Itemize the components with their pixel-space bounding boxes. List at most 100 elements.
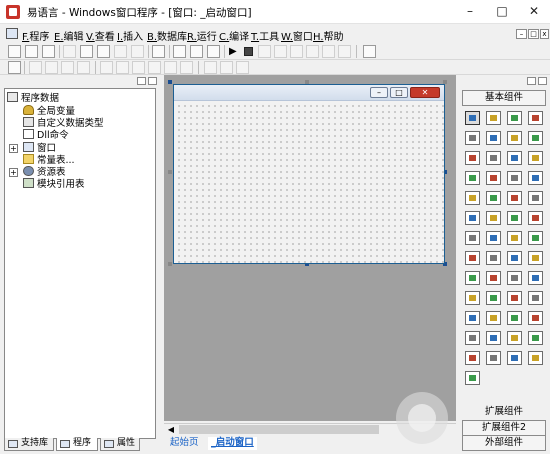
copy-icon[interactable] xyxy=(80,45,93,58)
component-icon[interactable] xyxy=(507,231,522,245)
align-right-icon[interactable] xyxy=(61,61,74,74)
undo-icon[interactable] xyxy=(114,45,127,58)
hand-icon[interactable] xyxy=(338,45,351,58)
menu-view[interactable]: V.查看 xyxy=(86,28,115,43)
menu-help[interactable]: H.帮助 xyxy=(313,28,344,43)
expand-resources-icon[interactable]: + xyxy=(9,168,18,177)
basic-components-button[interactable]: 基本组件 xyxy=(462,90,546,106)
component-icon[interactable] xyxy=(528,151,543,165)
component-icon[interactable] xyxy=(528,191,543,205)
component-icon[interactable] xyxy=(507,191,522,205)
tree-item-custom-types[interactable]: 自定义数据类型 xyxy=(23,117,104,129)
mdi-minimize-button[interactable]: – xyxy=(516,29,527,39)
paste-icon[interactable] xyxy=(97,45,110,58)
same-height-icon[interactable] xyxy=(116,61,129,74)
bring-front-icon[interactable] xyxy=(204,61,217,74)
component-icon[interactable] xyxy=(507,271,522,285)
component-icon[interactable] xyxy=(465,231,480,245)
new-file-icon[interactable] xyxy=(8,45,21,58)
component-icon[interactable] xyxy=(507,211,522,225)
minimize-button[interactable]: – xyxy=(454,0,486,24)
menu-window[interactable]: W.窗口 xyxy=(281,28,313,43)
resize-handle[interactable] xyxy=(168,170,172,174)
toolbox-pin-icon[interactable] xyxy=(527,77,536,85)
step-into-icon[interactable] xyxy=(274,45,287,58)
component-icon[interactable] xyxy=(465,191,480,205)
tree-item-dll-commands[interactable]: Dll命令 xyxy=(23,129,69,141)
maximize-button[interactable]: □ xyxy=(486,0,518,24)
cut-icon[interactable] xyxy=(63,45,76,58)
menu-edit[interactable]: E.编辑 xyxy=(54,28,84,43)
center-horizontal-icon[interactable] xyxy=(180,61,193,74)
component-icon[interactable] xyxy=(465,211,480,225)
component-icon[interactable] xyxy=(486,151,501,165)
component-icon[interactable] xyxy=(528,131,543,145)
pointer-tool-icon[interactable] xyxy=(465,111,480,125)
toolbox-close-icon[interactable] xyxy=(538,77,547,85)
step-out-icon[interactable] xyxy=(290,45,303,58)
send-back-icon[interactable] xyxy=(220,61,233,74)
component-icon[interactable] xyxy=(465,271,480,285)
tree-item-modules[interactable]: 模块引用表 xyxy=(23,178,85,190)
save-icon[interactable] xyxy=(42,45,55,58)
menu-insert[interactable]: I.插入 xyxy=(117,28,143,43)
component-icon[interactable] xyxy=(486,271,501,285)
component-icon[interactable] xyxy=(465,311,480,325)
component-icon[interactable] xyxy=(528,351,543,365)
component-icon[interactable] xyxy=(486,291,501,305)
mdi-restore-button[interactable]: □ xyxy=(528,29,539,39)
component-icon[interactable] xyxy=(507,311,522,325)
component-icon[interactable] xyxy=(465,251,480,265)
component-icon[interactable] xyxy=(507,171,522,185)
find-icon[interactable] xyxy=(152,45,165,58)
component-icon[interactable] xyxy=(486,171,501,185)
scroll-left-icon[interactable]: ◀ xyxy=(166,425,176,435)
component-icon[interactable] xyxy=(465,331,480,345)
menu-run[interactable]: R.运行 xyxy=(187,28,217,43)
same-width-icon[interactable] xyxy=(100,61,113,74)
component-icon[interactable] xyxy=(486,191,501,205)
space-across-icon[interactable] xyxy=(148,61,161,74)
component-icon[interactable] xyxy=(528,331,543,345)
expand-windows-icon[interactable]: + xyxy=(9,144,18,153)
startup-form-preview[interactable]: – □ ✕ xyxy=(173,84,445,264)
component-icon[interactable] xyxy=(486,111,501,125)
space-down-icon[interactable] xyxy=(164,61,177,74)
component-icon[interactable] xyxy=(486,311,501,325)
component-icon[interactable] xyxy=(486,231,501,245)
component-icon[interactable] xyxy=(486,251,501,265)
run-to-cursor-icon[interactable] xyxy=(306,45,319,58)
scroll-thumb[interactable] xyxy=(179,425,379,434)
component-icon[interactable] xyxy=(486,331,501,345)
panel-close-icon[interactable] xyxy=(148,77,157,85)
component-icon[interactable] xyxy=(528,311,543,325)
menu-program[interactable]: F.程序 xyxy=(22,28,49,43)
component-icon[interactable] xyxy=(465,131,480,145)
component-icon[interactable] xyxy=(507,351,522,365)
align-center-icon[interactable] xyxy=(45,61,58,74)
component-icon[interactable] xyxy=(528,291,543,305)
component-icon[interactable] xyxy=(507,331,522,345)
component-icon[interactable] xyxy=(528,111,543,125)
tree-root[interactable]: 程序数据 xyxy=(7,92,59,104)
resize-handle[interactable] xyxy=(168,262,172,266)
breakpoint-icon[interactable] xyxy=(322,45,335,58)
run-icon[interactable]: ▶ xyxy=(229,45,238,58)
component-icon[interactable] xyxy=(528,271,543,285)
component-icon[interactable] xyxy=(486,131,501,145)
tree-item-windows[interactable]: 窗口 xyxy=(23,142,56,154)
app-logo-icon[interactable] xyxy=(6,5,20,19)
resize-handle[interactable] xyxy=(168,80,172,84)
panel-pin-icon[interactable] xyxy=(137,77,146,85)
component-icon[interactable] xyxy=(507,151,522,165)
component-icon[interactable] xyxy=(528,251,543,265)
component-icon[interactable] xyxy=(507,131,522,145)
menu-compile[interactable]: C.编译 xyxy=(219,28,249,43)
align-left-icon[interactable] xyxy=(29,61,42,74)
tree-item-constants[interactable]: 常量表... xyxy=(23,154,75,166)
component-icon[interactable] xyxy=(507,291,522,305)
tab-program[interactable]: 程序 xyxy=(56,438,98,451)
align-top-icon[interactable] xyxy=(77,61,90,74)
component-icon[interactable] xyxy=(528,211,543,225)
tab-start-page[interactable]: 起始页 xyxy=(170,437,199,450)
